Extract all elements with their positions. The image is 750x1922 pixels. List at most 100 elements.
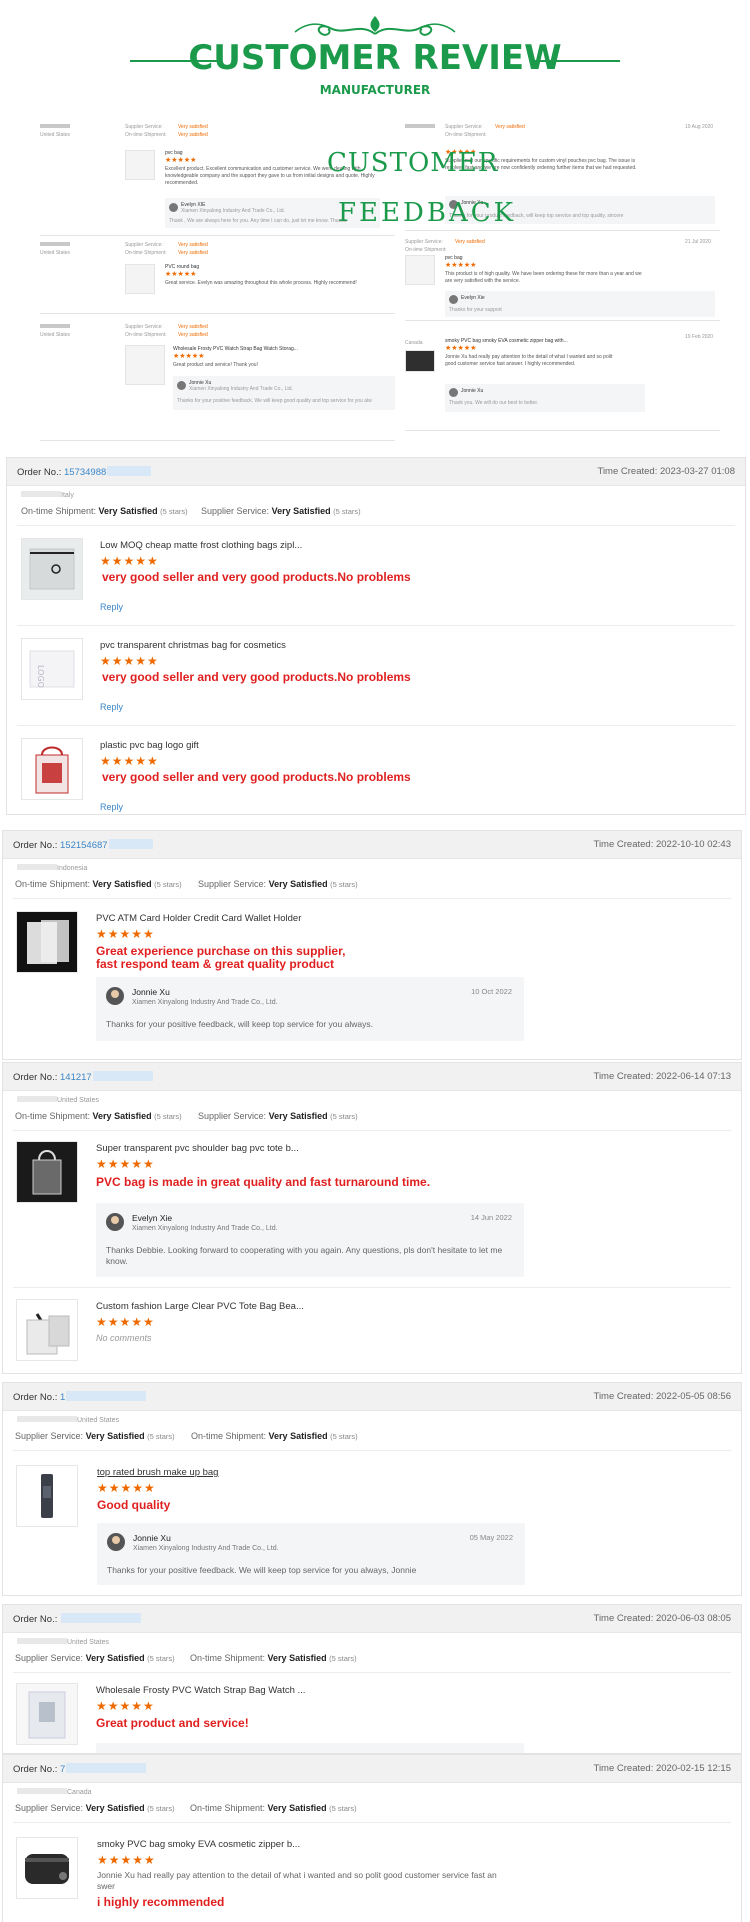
rating-stars: ★★★★★	[173, 353, 205, 360]
divider	[17, 625, 735, 626]
product-thumbnail	[405, 255, 435, 285]
collage-card: United States Supplier Service: On-time …	[40, 238, 395, 314]
product-title[interactable]: Low MOQ cheap matte frost clothing bags …	[100, 540, 302, 551]
time-label: Time Created:	[593, 1613, 654, 1624]
order-label: Order No.:	[17, 467, 62, 478]
country-label: United States	[40, 132, 71, 138]
avatar	[449, 388, 458, 397]
product-thumbnail[interactable]	[21, 738, 83, 800]
reply-link[interactable]: Reply	[100, 602, 123, 612]
order-header: Order No.: 1 Time Created: 2022-05-05 08…	[3, 1383, 741, 1411]
ontime-shipment-rating: On-time Shipment: Very Satisfied (5 star…	[21, 506, 188, 516]
order-label: Order No.:	[13, 1764, 58, 1775]
order-block: Order No.: 1 Time Created: 2022-05-05 08…	[2, 1382, 742, 1596]
rating-stars: ★★★★★	[100, 554, 159, 568]
product-thumbnail[interactable]	[16, 1837, 78, 1899]
rating-stars: ★★★★★	[96, 927, 155, 941]
review-comment: Great product and service!	[96, 1716, 249, 1730]
time-created: 2022-05-05 08:56	[655, 1391, 731, 1402]
collage-card: Supplier Service: On-time Shipment: Very…	[405, 235, 720, 321]
order-number[interactable]: 7	[60, 1764, 65, 1775]
collage-overlay-feedback: FEEDBACK	[338, 198, 517, 228]
ontime-shipment-rating: On-time Shipment: Very Satisfied (5 star…	[15, 1111, 182, 1121]
product-thumbnail[interactable]	[16, 1683, 78, 1745]
product-title[interactable]: Wholesale Frosty PVC Watch Strap Bag Wat…	[96, 1685, 305, 1696]
page-title: CUSTOMER REVIEW	[188, 38, 562, 78]
order-number[interactable]: 15734988	[64, 467, 106, 478]
product-thumbnail[interactable]	[21, 538, 83, 600]
supplier-reply	[96, 1743, 524, 1753]
order-label: Order No.:	[13, 1072, 58, 1083]
collage-card: Canada 19 Feb 2020 smoky PVC bag smoky E…	[405, 330, 720, 431]
order-block: Order No.: 15734988 Time Created: 2023-0…	[6, 457, 746, 815]
time-created: 2022-06-14 07:13	[655, 1071, 731, 1082]
divider	[17, 725, 735, 726]
review-comment: very good seller and very good products.…	[102, 670, 411, 684]
avatar	[177, 381, 186, 390]
order-header: Order No.: 15734988 Time Created: 2023-0…	[7, 458, 745, 486]
buyer-country: Italy	[21, 491, 74, 499]
rating-stars: ★★★★★	[100, 654, 159, 668]
time-label: Time Created:	[593, 839, 654, 850]
product-thumbnail[interactable]	[16, 1141, 78, 1203]
ontime-shipment-rating: On-time Shipment: Very Satisfied (5 star…	[15, 879, 182, 889]
redacted-order-number	[92, 1071, 153, 1081]
reply-link[interactable]: Reply	[100, 802, 123, 812]
rating-stars: ★★★★★	[96, 1315, 155, 1329]
supplier-reply: Jonnie Xu Xiamen Xinyalong Industry And …	[96, 977, 524, 1041]
product-thumbnail	[125, 345, 165, 385]
rating-stars: ★★★★★	[97, 1481, 156, 1495]
redacted-order-number	[107, 466, 152, 476]
time-label: Time Created:	[593, 1763, 654, 1774]
product-thumbnail[interactable]	[16, 1299, 78, 1361]
product-thumbnail[interactable]	[16, 1465, 78, 1527]
replier-company: Xiamen Xinyalong Industry And Trade Co.,…	[133, 1545, 279, 1552]
replier-company: Xiamen Xinyalong Industry And Trade Co.,…	[132, 999, 278, 1006]
review-comment-emphasis: i highly recommended	[97, 1895, 225, 1909]
reply-link[interactable]: Reply	[100, 702, 123, 712]
product-thumbnail	[405, 350, 435, 372]
product-title[interactable]: Super transparent pvc shoulder bag pvc t…	[96, 1143, 299, 1154]
avatar	[169, 203, 178, 212]
order-block: Order No.: 152154687 Time Created: 2022-…	[2, 830, 742, 1060]
product-title[interactable]: plastic pvc bag logo gift	[100, 740, 199, 751]
avatar	[107, 1533, 125, 1551]
avatar	[106, 1213, 124, 1231]
product-title[interactable]: pvc transparent christmas bag for cosmet…	[100, 640, 286, 651]
order-header: Order No.: 152154687 Time Created: 2022-…	[3, 831, 741, 859]
review-comment-line1: Great experience purchase on this suppli…	[96, 944, 346, 958]
divider	[13, 1450, 731, 1451]
replier-company: Xiamen Xinyalong Industry And Trade Co.,…	[132, 1225, 278, 1232]
order-block: Order No.: 141217 Time Created: 2022-06-…	[2, 1062, 742, 1374]
divider	[17, 525, 735, 526]
order-header: Order No.: 141217 Time Created: 2022-06-…	[3, 1063, 741, 1091]
supplier-service-rating: Supplier Service: Very Satisfied (5 star…	[198, 1111, 358, 1121]
redacted-order-number	[61, 1613, 141, 1623]
supplier-service-rating: Supplier Service: Very Satisfied (5 star…	[198, 879, 358, 889]
replier-name: Evelyn Xie	[132, 1213, 173, 1223]
divider	[13, 1287, 731, 1288]
order-header: Order No.: 7 Time Created: 2020-02-15 12…	[3, 1755, 741, 1783]
product-title[interactable]: PVC ATM Card Holder Credit Card Wallet H…	[96, 913, 301, 924]
order-number[interactable]: 152154687	[60, 840, 108, 851]
product-thumbnail[interactable]: LOGO	[21, 638, 83, 700]
product-title[interactable]: smoky PVC bag smoky EVA cosmetic zipper …	[97, 1839, 300, 1850]
supplier-service-rating: Supplier Service: Very Satisfied (5 star…	[15, 1653, 175, 1663]
divider	[13, 1822, 731, 1823]
avatar	[449, 295, 458, 304]
time-label: Time Created:	[593, 1391, 654, 1402]
order-number[interactable]: 141217	[60, 1072, 92, 1083]
collage-overlay-customer: CUSTOMER	[327, 148, 499, 178]
reply-date: 10 Oct 2022	[471, 987, 512, 996]
supplier-reply: Evelyn Xie Xiamen Xinyalong Industry And…	[96, 1203, 524, 1277]
buyer-country: United States	[17, 1416, 119, 1424]
order-number[interactable]: 1	[60, 1392, 65, 1403]
rating-stars: ★★★★★	[97, 1853, 156, 1867]
avatar	[106, 987, 124, 1005]
product-thumbnail[interactable]	[16, 911, 78, 973]
product-thumbnail	[125, 264, 155, 294]
product-title[interactable]: Custom fashion Large Clear PVC Tote Bag …	[96, 1301, 304, 1312]
order-header: Order No.: Time Created: 2020-06-03 08:0…	[3, 1605, 741, 1633]
review-comment: Good quality	[97, 1498, 171, 1512]
product-title[interactable]: top rated brush make up bag	[97, 1467, 218, 1478]
